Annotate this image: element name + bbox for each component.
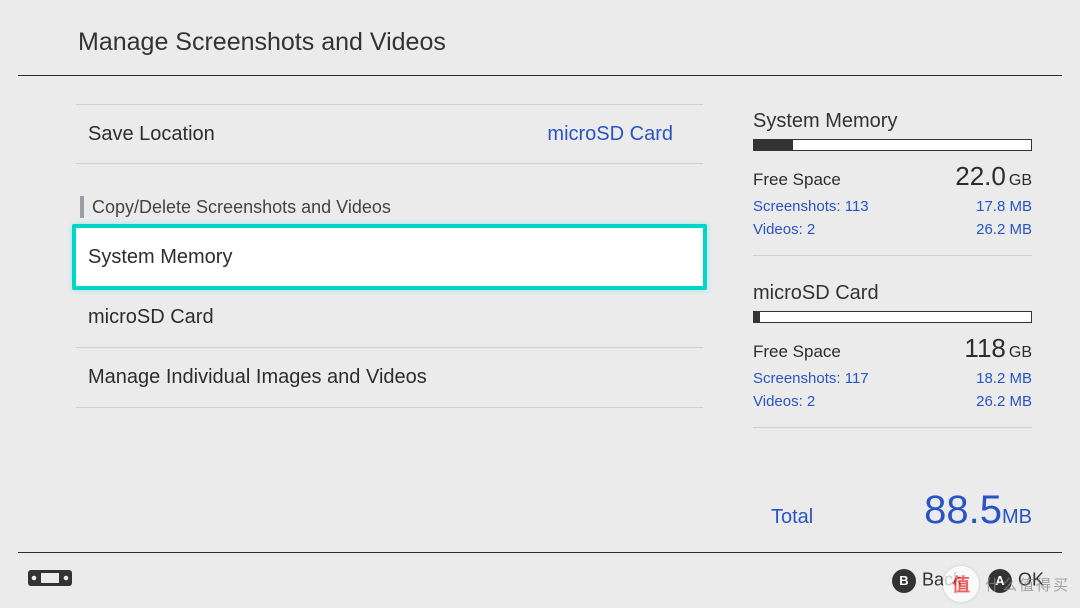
watermark-badge: 值 [943,566,979,602]
free-space-row: Free Space 118GB [753,333,1032,364]
storage-system-memory: System Memory Free Space 22.0GB Screensh… [753,110,1032,256]
menu-system-memory[interactable]: System Memory [72,224,707,290]
save-location-label: Save Location [88,123,215,146]
videos-row: Videos: 2 26.2 MB [753,391,1032,414]
watermark-text: 什么值得买 [985,574,1070,595]
save-location-value: microSD Card [547,123,673,146]
total-row: Total 88.5MB [753,488,1032,533]
storage-bar-fill [754,140,793,150]
content-area: Save Location microSD Card Copy/Delete S… [0,76,1080,533]
controller-icon [28,568,72,593]
storage-microsd: microSD Card Free Space 118GB Screenshot… [753,282,1032,428]
page-header: Manage Screenshots and Videos [18,0,1062,76]
footer-bar: BBack AOK [18,552,1062,608]
storage-bar-fill [754,312,760,322]
storage-name: System Memory [753,110,1032,133]
right-column: System Memory Free Space 22.0GB Screensh… [703,76,1062,533]
page-title: Manage Screenshots and Videos [78,28,1062,57]
storage-name: microSD Card [753,282,1032,305]
menu-microsd-card[interactable]: microSD Card [76,288,703,348]
storage-bar [753,311,1032,323]
save-location-row[interactable]: Save Location microSD Card [76,104,703,164]
menu-manage-individual[interactable]: Manage Individual Images and Videos [76,348,703,408]
free-space-row: Free Space 22.0GB [753,161,1032,192]
b-button-icon: B [892,569,916,593]
screenshots-row: Screenshots: 117 18.2 MB [753,368,1032,391]
watermark: 值 什么值得买 [943,566,1070,602]
storage-bar [753,139,1032,151]
videos-row: Videos: 2 26.2 MB [753,219,1032,242]
section-copy-delete: Copy/Delete Screenshots and Videos [76,196,703,218]
screenshots-row: Screenshots: 113 17.8 MB [753,196,1032,219]
left-column: Save Location microSD Card Copy/Delete S… [18,76,703,533]
